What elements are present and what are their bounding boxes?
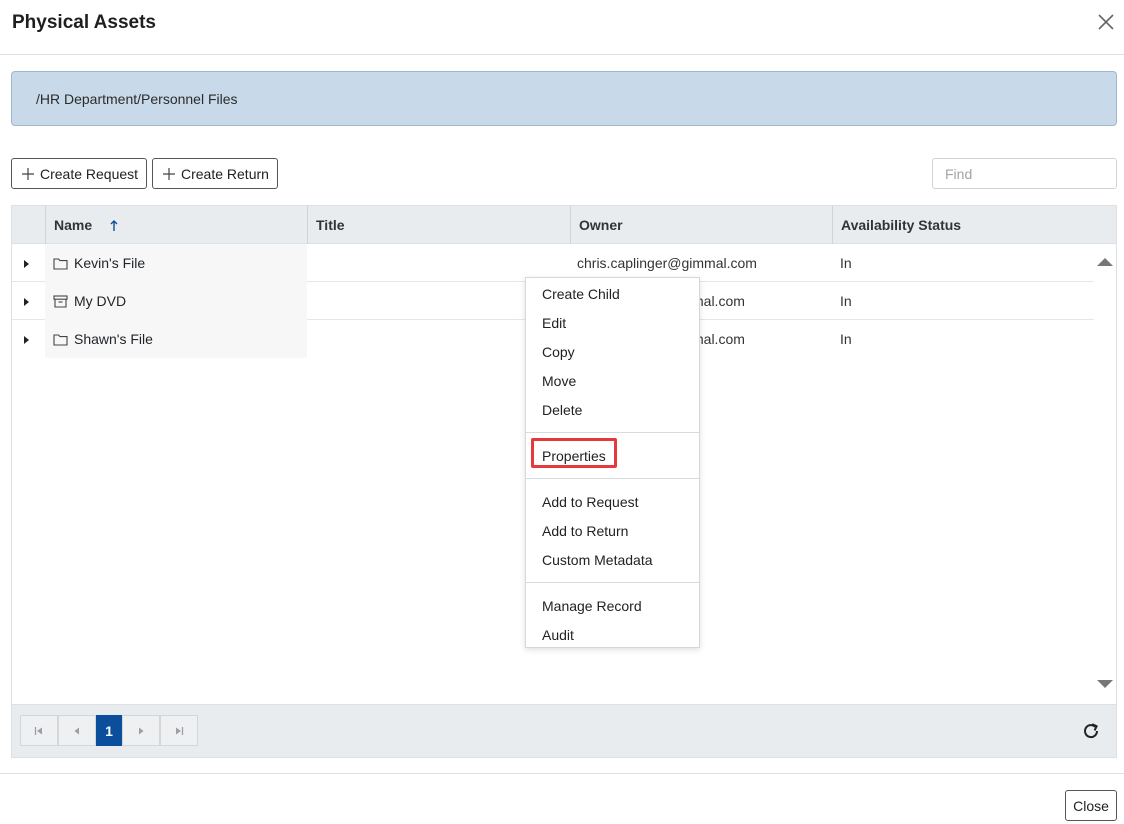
refresh-icon[interactable] [1082, 722, 1100, 740]
plus-icon [22, 167, 34, 180]
next-page-button[interactable] [122, 715, 160, 746]
create-request-button[interactable]: Create Request [11, 158, 148, 189]
sort-ascending-icon [110, 220, 118, 232]
menu-item-custom-metadata[interactable]: Custom Metadata [542, 552, 653, 568]
find-input[interactable] [932, 158, 1117, 189]
expand-arrow-icon[interactable] [24, 298, 29, 306]
create-request-label: Create Request [40, 165, 139, 182]
scroll-down-icon[interactable] [1097, 680, 1113, 688]
last-page-icon [176, 726, 184, 735]
create-return-label: Create Return [181, 165, 269, 182]
dialog-title: Physical Assets [12, 12, 156, 33]
name-cell[interactable]: Kevin's File [45, 244, 307, 282]
archive-box-icon [53, 294, 68, 308]
menu-divider [526, 478, 699, 479]
column-header-owner[interactable]: Owner [570, 206, 832, 244]
owner-cell: mal.com [692, 293, 745, 309]
context-menu: Create Child Edit Copy Move Delete Prope… [525, 277, 700, 648]
folder-icon [53, 333, 68, 346]
menu-divider [526, 582, 699, 583]
previous-page-button[interactable] [58, 715, 96, 746]
first-page-button[interactable] [20, 715, 58, 746]
menu-item-move[interactable]: Move [542, 373, 576, 389]
first-page-icon [34, 726, 42, 735]
menu-item-add-to-request[interactable]: Add to Request [542, 494, 639, 510]
breadcrumb: /HR Department/Personnel Files [11, 71, 1117, 126]
owner-cell: mal.com [692, 331, 745, 347]
footer-divider [0, 773, 1124, 774]
grid-header: Name Title Owner Availability Status [12, 206, 1116, 244]
column-header-title[interactable]: Title [307, 206, 570, 244]
menu-item-properties[interactable]: Properties [542, 448, 606, 464]
scroll-up-icon[interactable] [1097, 258, 1113, 266]
create-return-button[interactable]: Create Return [152, 158, 278, 189]
status-cell: In [840, 293, 852, 309]
menu-item-manage-record[interactable]: Manage Record [542, 598, 642, 614]
menu-item-edit[interactable]: Edit [542, 315, 566, 331]
folder-icon [53, 257, 68, 270]
breadcrumb-path: /HR Department/Personnel Files [36, 91, 238, 107]
status-cell: In [840, 255, 852, 271]
dialog-header: Physical Assets [0, 0, 1124, 55]
expand-arrow-icon[interactable] [24, 260, 29, 268]
plus-icon [163, 167, 175, 180]
menu-item-add-to-return[interactable]: Add to Return [542, 523, 628, 539]
next-page-icon [139, 727, 144, 734]
menu-item-delete[interactable]: Delete [542, 402, 582, 418]
close-icon[interactable] [1094, 10, 1118, 34]
close-button[interactable]: Close [1065, 790, 1117, 821]
menu-item-copy[interactable]: Copy [542, 344, 575, 360]
menu-item-audit[interactable]: Audit [542, 627, 574, 643]
menu-item-create-child[interactable]: Create Child [542, 286, 620, 302]
status-cell: In [840, 331, 852, 347]
last-page-button[interactable] [160, 715, 198, 746]
name-cell[interactable]: My DVD [45, 282, 307, 320]
previous-page-icon [74, 727, 79, 734]
column-header-availability-status[interactable]: Availability Status [832, 206, 1116, 244]
name-cell[interactable]: Shawn's File [45, 320, 307, 358]
current-page-button[interactable]: 1 [96, 715, 122, 746]
pager: 1 [12, 704, 1116, 757]
menu-divider [526, 432, 699, 433]
expand-arrow-icon[interactable] [24, 336, 29, 344]
column-header-name[interactable]: Name [45, 206, 307, 244]
